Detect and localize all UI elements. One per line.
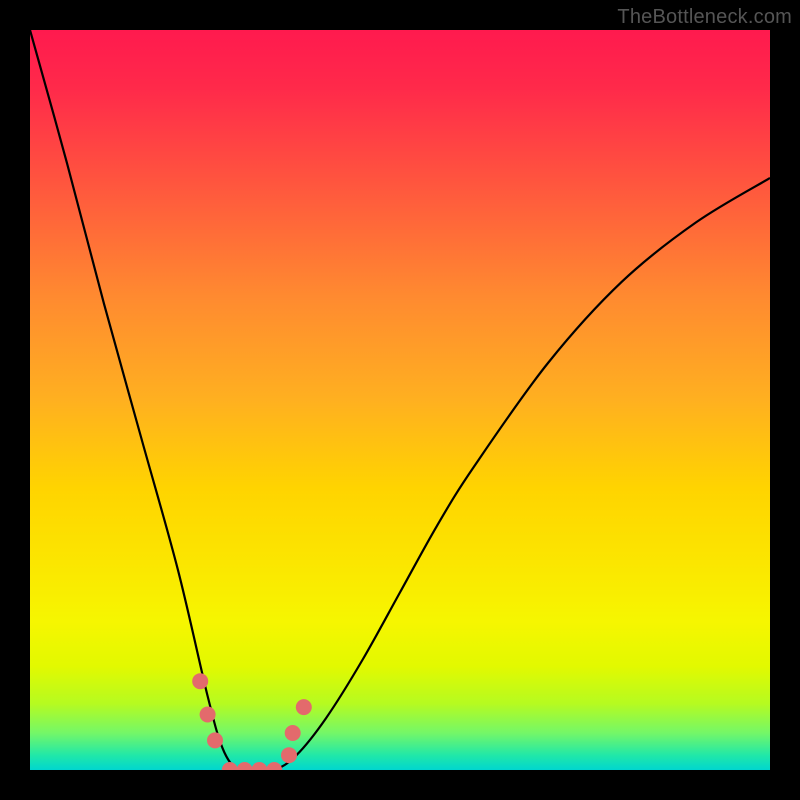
marker-dot: [207, 732, 223, 748]
watermark-text: TheBottleneck.com: [617, 6, 792, 29]
marker-dot: [266, 762, 282, 770]
highlight-markers: [192, 673, 312, 770]
marker-dot: [285, 725, 301, 741]
bottleneck-curve: [30, 30, 770, 770]
curve-layer: [30, 30, 770, 770]
marker-dot: [281, 747, 297, 763]
plot-area: [30, 30, 770, 770]
marker-dot: [251, 762, 267, 770]
marker-dot: [192, 673, 208, 689]
chart-frame: TheBottleneck.com: [0, 0, 800, 800]
marker-dot: [296, 699, 312, 715]
marker-dot: [200, 707, 216, 723]
marker-dot: [237, 762, 253, 770]
marker-dot: [222, 762, 238, 770]
